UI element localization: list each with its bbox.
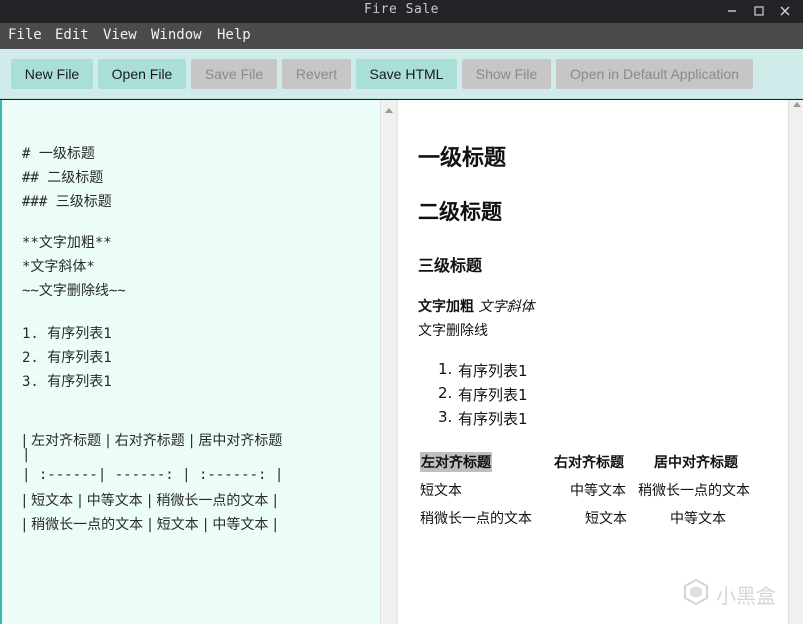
editor-line: 3. 有序列表1 [22, 374, 112, 390]
markdown-editor[interactable]: # 一级标题 ## 二级标题 ### 三级标题 **文字加粗** *文字斜体* … [0, 100, 380, 624]
menu-edit[interactable]: Edit [55, 27, 89, 43]
preview-h2: 二级标题 [418, 200, 502, 224]
open-in-default-application-button[interactable]: Open in Default Application [556, 59, 753, 89]
editor-line: | :------| ------: | :------: | [22, 467, 284, 483]
table-cell: 短文本 [420, 483, 462, 499]
menu-bar: File Edit View Window Help [0, 23, 803, 49]
menu-help[interactable]: Help [217, 27, 251, 43]
preview-bold: 文字加粗 [418, 299, 474, 315]
table-header-cell: 右对齐标题 [554, 455, 624, 471]
watermark-logo-icon [684, 578, 708, 606]
scroll-up-icon[interactable] [793, 102, 801, 107]
toolbar: New File Open File Save File Revert Save… [0, 49, 803, 99]
preview-scrollbar[interactable] [788, 100, 803, 624]
watermark-text: 小黑盒 [716, 584, 776, 608]
editor-line: ## 二级标题 [22, 170, 104, 186]
menu-file[interactable]: File [8, 27, 42, 43]
preview-strike: 文字删除线 [418, 323, 488, 339]
table-cell: 稍微长一点的文本 [638, 483, 750, 499]
table-header-cell: 居中对齐标题 [654, 455, 738, 471]
watermark: 小黑盒 [682, 576, 792, 610]
preview-h3: 三级标题 [418, 256, 483, 275]
preview-list-number: 2. [438, 384, 453, 402]
close-icon[interactable] [776, 2, 794, 20]
editor-line: 1. 有序列表1 [22, 326, 112, 342]
table-cell: 中等文本 [670, 511, 726, 527]
window-title: Fire Sale [364, 2, 439, 17]
table-cell: 稍微长一点的文本 [420, 511, 532, 527]
open-file-button[interactable]: Open File [98, 59, 186, 89]
app-window: Fire Sale File Edit View Window Help New… [0, 0, 803, 624]
revert-button[interactable]: Revert [282, 59, 351, 89]
editor-line: | 左对齐标题 | 右对齐标题 | 居中对齐标题 [22, 433, 283, 449]
menu-view[interactable]: View [103, 27, 137, 43]
maximize-icon[interactable] [750, 2, 768, 20]
title-bar: Fire Sale [0, 0, 803, 23]
editor-line: ### 三级标题 [22, 194, 112, 210]
editor-line: | 稍微长一点的文本 | 短文本 | 中等文本 | [22, 517, 278, 533]
preview-list-item: 有序列表1 [458, 386, 528, 404]
editor-line: 2. 有序列表1 [22, 350, 112, 366]
preview-paragraph: 文字加粗 文字斜体 [418, 296, 534, 316]
html-preview: 一级标题 二级标题 三级标题 文字加粗 文字斜体 文字删除线 1. 有序列表1 … [398, 100, 788, 624]
preview-list-item: 有序列表1 [458, 410, 528, 428]
preview-list-item: 有序列表1 [458, 362, 528, 380]
save-file-button[interactable]: Save File [191, 59, 277, 89]
preview-list-number: 3. [438, 408, 453, 426]
editor-line: | 短文本 | 中等文本 | 稍微长一点的文本 | [22, 493, 278, 509]
save-html-button[interactable]: Save HTML [356, 59, 457, 89]
show-file-button[interactable]: Show File [462, 59, 551, 89]
preview-h1: 一级标题 [418, 146, 507, 171]
editor-line: ~~文字删除线~~ [22, 283, 126, 299]
table-cell: 中等文本 [570, 483, 626, 499]
new-file-button[interactable]: New File [11, 59, 93, 89]
minimize-icon[interactable] [723, 2, 741, 20]
scroll-up-icon[interactable] [385, 108, 393, 113]
editor-line: # 一级标题 [22, 146, 95, 162]
editor-scrollbar[interactable] [380, 100, 396, 624]
table-cell: 短文本 [585, 511, 627, 527]
editor-line: **文字加粗** [22, 235, 112, 251]
preview-italic: 文字斜体 [478, 299, 535, 315]
editor-line: | [22, 447, 31, 463]
editor-line: *文字斜体* [22, 259, 95, 275]
table-header-cell: 左对齐标题 [420, 452, 492, 472]
menu-window[interactable]: Window [151, 27, 202, 43]
preview-list-number: 1. [438, 360, 453, 378]
